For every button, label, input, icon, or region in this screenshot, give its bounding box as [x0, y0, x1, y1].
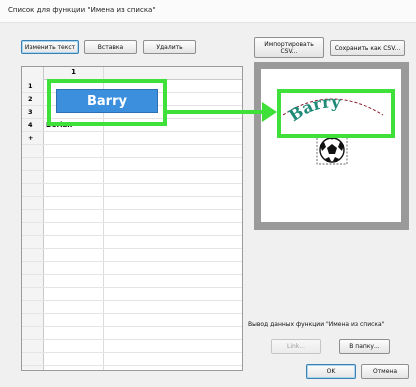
link-button[interactable]: Link... [271, 339, 321, 354]
output-label: Вывод данных функции "Имена из списка" [248, 321, 385, 328]
arrow-head-icon [262, 102, 277, 122]
link-label: Link... [286, 343, 305, 350]
ok-label: OK [326, 368, 336, 375]
cancel-button[interactable]: Отмена [361, 364, 409, 379]
to-folder-button[interactable]: В папку... [339, 339, 390, 354]
ok-button[interactable]: OK [306, 364, 356, 379]
arrow-overlay [166, 102, 277, 122]
cancel-label: Отмена [372, 368, 398, 375]
to-folder-label: В папку... [349, 343, 380, 350]
dialog-window: Список для функции "Имена из списка" Изм… [0, 0, 416, 387]
